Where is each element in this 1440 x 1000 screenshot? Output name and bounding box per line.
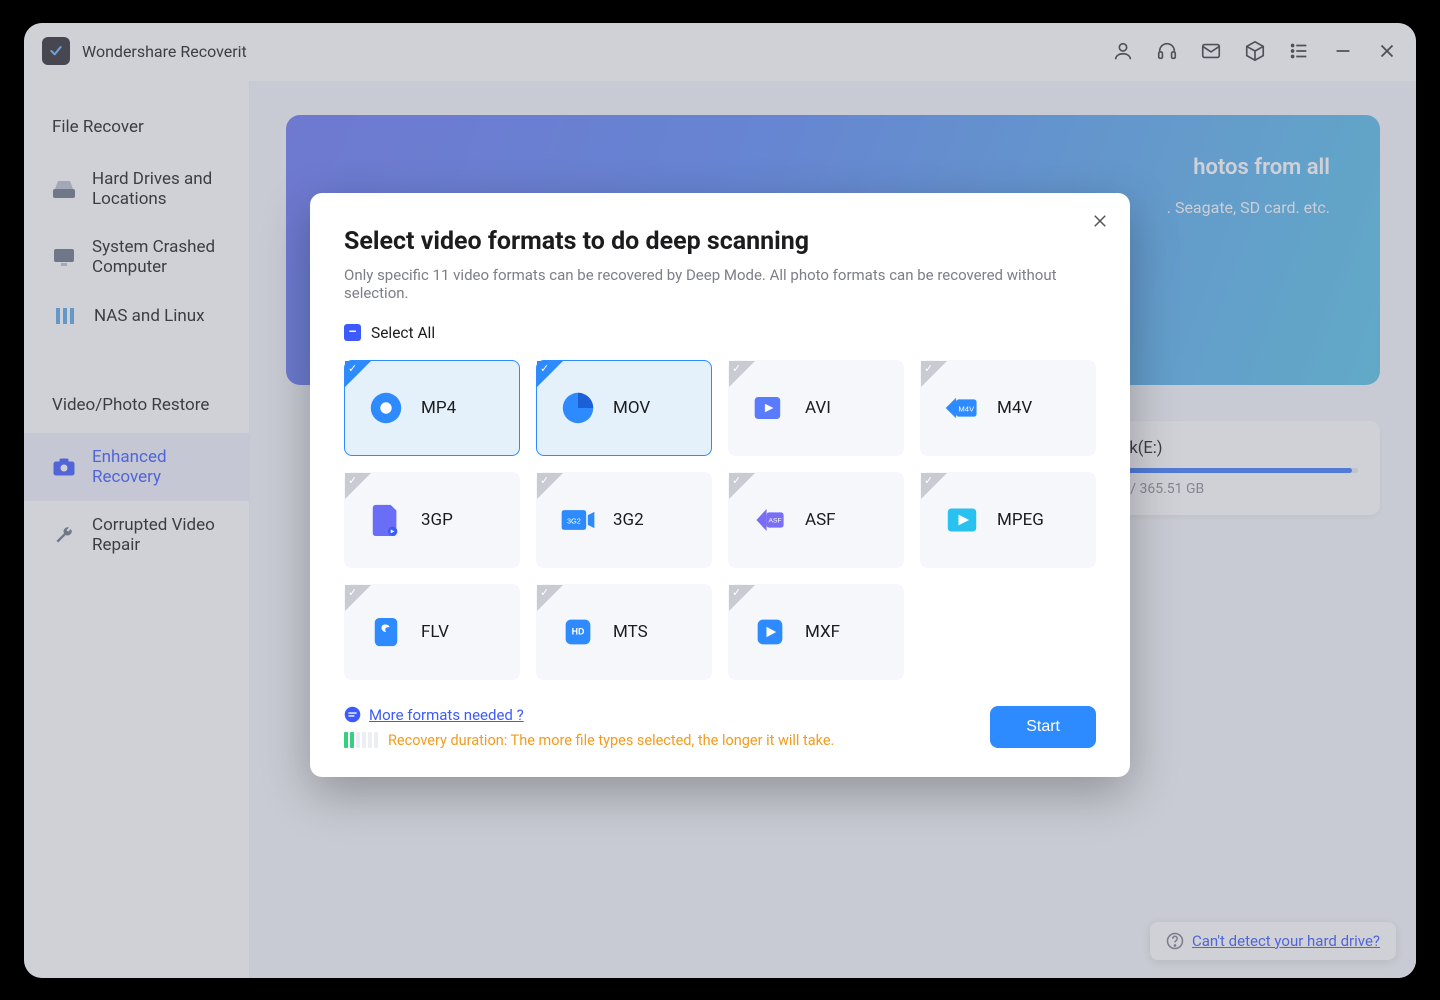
- format-option-asf[interactable]: ASF ASF: [728, 472, 904, 568]
- format-label: MTS: [613, 622, 648, 642]
- duration-bars-icon: [344, 732, 378, 748]
- format-icon-mpeg: [943, 501, 981, 539]
- chat-icon: [344, 706, 361, 723]
- selected-corner-icon: [537, 473, 563, 499]
- format-option-flv[interactable]: FLV: [344, 584, 520, 680]
- format-icon-3gp: [367, 501, 405, 539]
- more-formats-link[interactable]: More formats needed ?: [344, 706, 834, 724]
- format-label: 3GP: [421, 510, 453, 530]
- selected-corner-icon: [345, 361, 371, 387]
- modal-overlay: Select video formats to do deep scanning…: [24, 23, 1416, 978]
- format-label: MOV: [613, 398, 650, 418]
- format-label: ASF: [805, 510, 836, 530]
- format-modal: Select video formats to do deep scanning…: [310, 193, 1130, 777]
- selected-corner-icon: [729, 473, 755, 499]
- svg-text:ASF: ASF: [768, 517, 781, 524]
- format-option-3g2[interactable]: 3G2 3G2: [536, 472, 712, 568]
- format-icon-flv: [367, 613, 405, 651]
- selected-corner-icon: [537, 585, 563, 611]
- format-option-3gp[interactable]: 3GP: [344, 472, 520, 568]
- format-grid: MP4 MOV AVI M4V M4V 3GP 3G2 3G2 ASF ASF …: [344, 360, 1096, 680]
- format-label: FLV: [421, 622, 449, 642]
- modal-title: Select video formats to do deep scanning: [344, 227, 1096, 256]
- format-icon-mts: HD: [559, 613, 597, 651]
- modal-close-icon[interactable]: [1086, 207, 1114, 235]
- format-icon-mov: [559, 389, 597, 427]
- selected-corner-icon: [921, 361, 947, 387]
- selected-corner-icon: [921, 473, 947, 499]
- selected-corner-icon: [345, 473, 371, 499]
- format-option-mov[interactable]: MOV: [536, 360, 712, 456]
- selected-corner-icon: [729, 585, 755, 611]
- select-all-label: Select All: [371, 324, 435, 342]
- selected-corner-icon: [729, 361, 755, 387]
- format-option-mpeg[interactable]: MPEG: [920, 472, 1096, 568]
- svg-text:HD: HD: [572, 626, 585, 636]
- format-option-mts[interactable]: HD MTS: [536, 584, 712, 680]
- format-icon-m4v: M4V: [943, 389, 981, 427]
- start-button[interactable]: Start: [990, 706, 1096, 748]
- duration-hint: Recovery duration: The more file types s…: [344, 732, 834, 749]
- modal-subtitle: Only specific 11 video formats can be re…: [344, 266, 1096, 302]
- selected-corner-icon: [345, 585, 371, 611]
- checkbox-indeterminate-icon: –: [344, 324, 361, 341]
- format-option-m4v[interactable]: M4V M4V: [920, 360, 1096, 456]
- svg-text:M4V: M4V: [958, 404, 975, 413]
- format-icon-mxf: [751, 613, 789, 651]
- format-label: M4V: [997, 398, 1032, 418]
- format-option-mp4[interactable]: MP4: [344, 360, 520, 456]
- format-icon-3g2: 3G2: [559, 501, 597, 539]
- format-label: AVI: [805, 398, 831, 418]
- format-label: MP4: [421, 398, 456, 418]
- selected-corner-icon: [537, 361, 563, 387]
- format-label: MPEG: [997, 510, 1044, 530]
- format-label: 3G2: [613, 510, 644, 530]
- select-all-toggle[interactable]: – Select All: [344, 324, 1096, 342]
- svg-text:3G2: 3G2: [567, 516, 581, 525]
- app-window: Wondershare Recoverit File Recover Hard …: [24, 23, 1416, 978]
- format-option-mxf[interactable]: MXF: [728, 584, 904, 680]
- format-icon-mp4: [367, 389, 405, 427]
- format-icon-asf: ASF: [751, 501, 789, 539]
- format-option-avi[interactable]: AVI: [728, 360, 904, 456]
- format-icon-avi: [751, 389, 789, 427]
- format-label: MXF: [805, 622, 840, 642]
